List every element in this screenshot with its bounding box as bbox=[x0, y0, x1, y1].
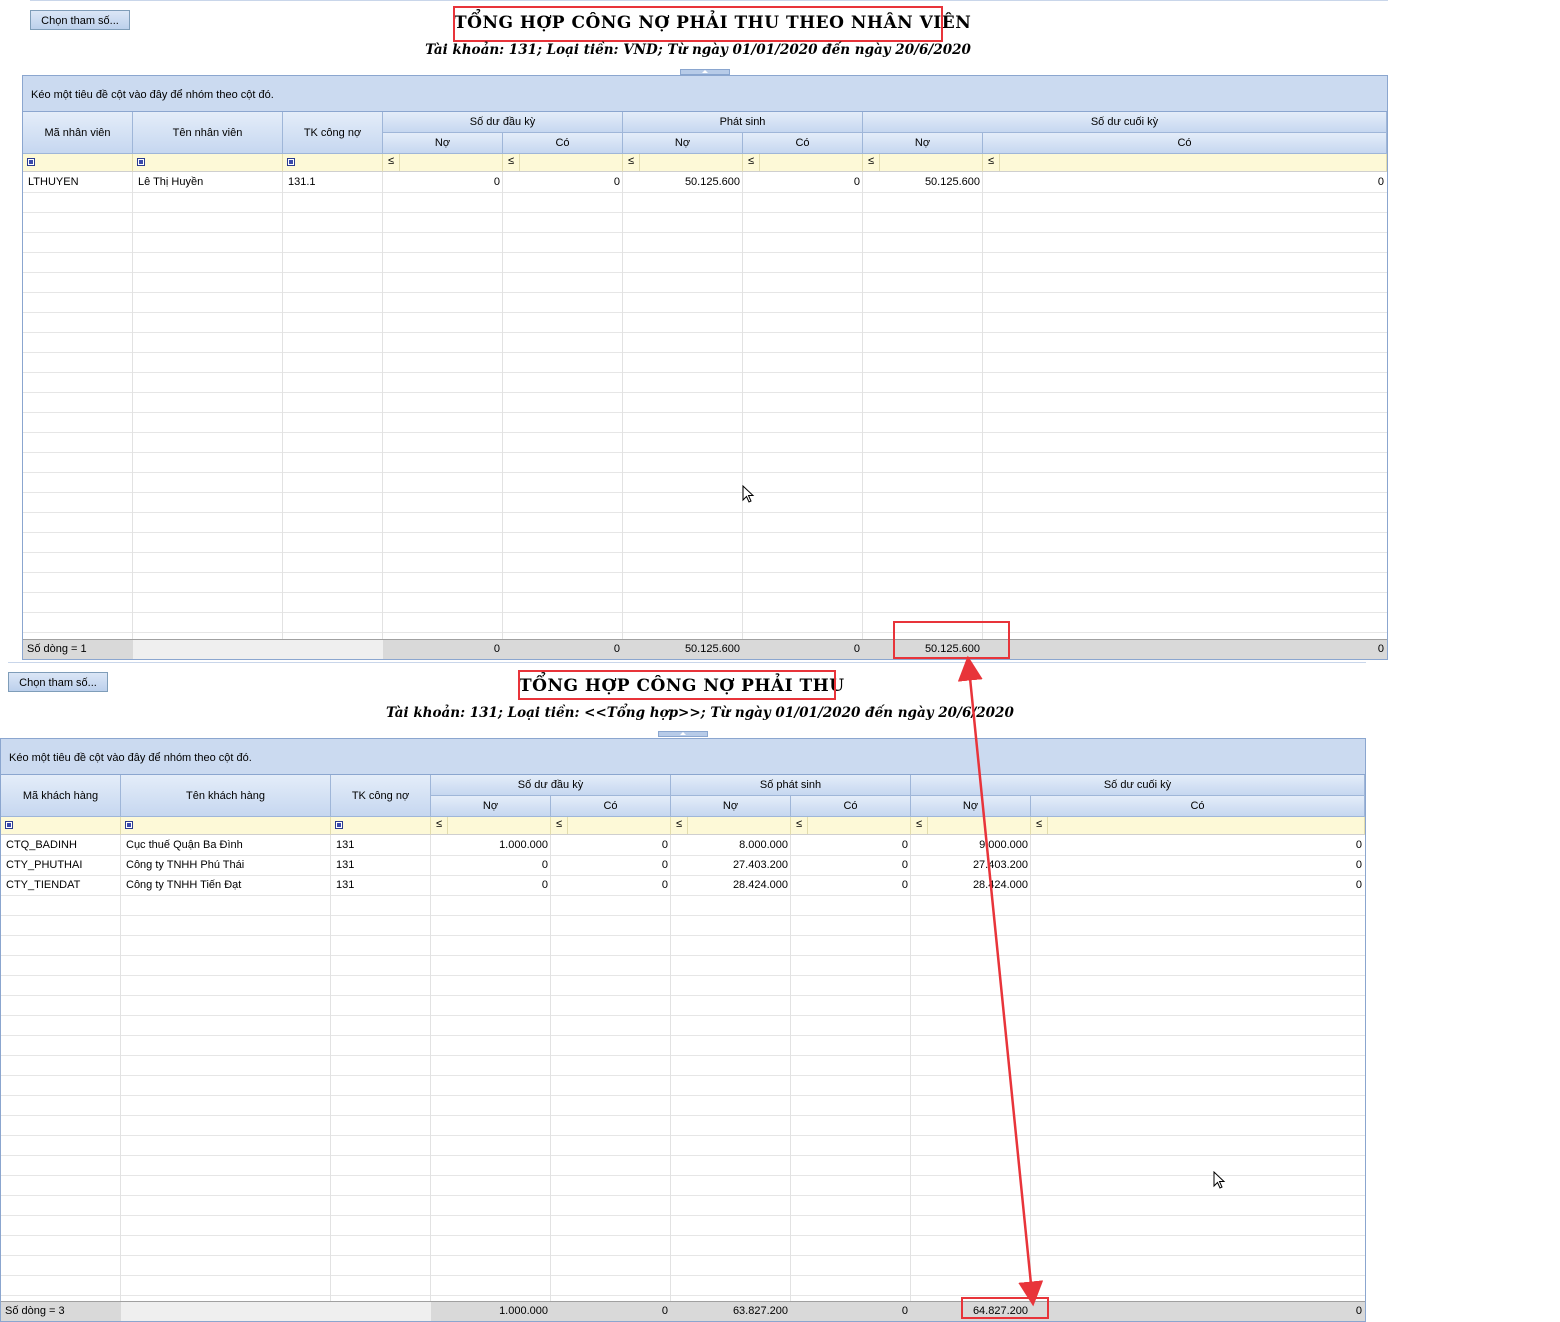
comparison-arrow bbox=[957, 655, 1044, 1307]
mouse-pointer-icon bbox=[742, 485, 755, 503]
mouse-pointer-icon bbox=[1213, 1171, 1226, 1189]
